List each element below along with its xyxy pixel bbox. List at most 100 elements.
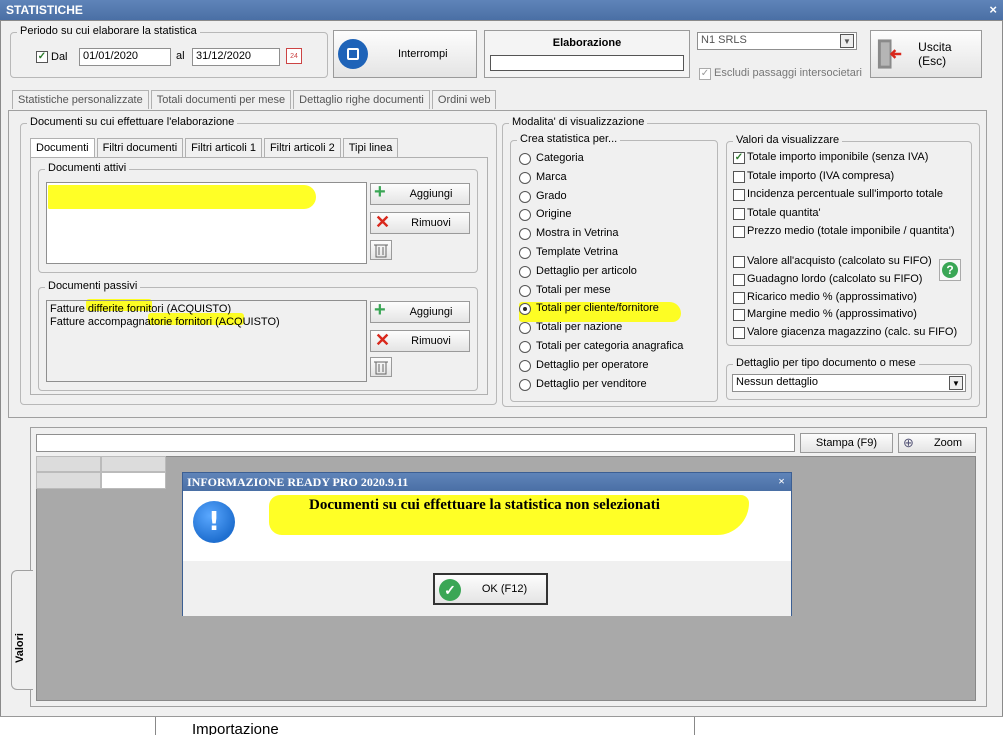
radio-option[interactable] <box>519 284 531 297</box>
radio-option[interactable] <box>519 190 531 203</box>
zoom-button[interactable]: ⊕ Zoom <box>898 433 976 453</box>
dialog-footer: ✓ OK (F12) <box>183 561 791 616</box>
modalita-group-label: Modalita' di visualizzazione <box>509 116 648 128</box>
uscita-button[interactable]: Uscita (Esc) <box>870 30 982 78</box>
info-dialog: INFORMAZIONE READY PRO 2020.9.11 × ! Doc… <box>182 472 792 616</box>
tab-totali-documenti-mese[interactable]: Totali documenti per mese <box>150 90 292 109</box>
list-item[interactable]: Fatture differite fornitori (ACQUISTO) <box>50 303 363 316</box>
dettaglio-group-label: Dettaglio per tipo documento o mese <box>733 357 919 369</box>
escludi-label: Escludi passaggi intersocietari <box>714 67 862 79</box>
tab-statistiche-personalizzate[interactable]: Statistiche personalizzate <box>12 90 149 109</box>
valori-checkbox-label: Valore giacenza magazzino (calc. su FIFO… <box>747 326 958 339</box>
radio-option-label: Dettaglio per articolo <box>536 264 637 277</box>
plus-icon: + <box>374 299 386 321</box>
valori-checkbox[interactable] <box>733 327 745 340</box>
chevron-down-icon: ▼ <box>949 376 963 390</box>
documenti-group-label: Documenti su cui effettuare l'elaborazio… <box>27 116 238 128</box>
valori-checkbox-label: Valore all'acquisto (calcolato su FIFO) <box>747 255 932 267</box>
radio-option-label: Dettaglio per operatore <box>536 358 649 371</box>
background-window-strip: Importazione <box>0 716 1003 735</box>
escludi-checkbox[interactable]: ✓ <box>699 68 711 80</box>
company-select-value: N1 SRLS <box>701 34 747 46</box>
zoom-icon: ⊕ <box>903 435 914 450</box>
dialog-title: INFORMAZIONE READY PRO 2020.9.11 <box>187 475 409 489</box>
side-tab-valori[interactable]: Valori <box>11 570 33 690</box>
al-date-input[interactable]: 31/12/2020 <box>192 48 280 66</box>
radio-option-label: Grado <box>536 189 567 202</box>
info-exclamation-icon: ! <box>193 501 235 543</box>
periodo-group-label: Periodo su cui elaborare la statistica <box>17 25 200 37</box>
remove-x-icon: ✕ <box>375 330 391 350</box>
elaborazione-progress <box>490 55 684 71</box>
tab-tipi-linea[interactable]: Tipi linea <box>342 138 399 157</box>
radio-option[interactable] <box>519 265 531 278</box>
radio-option[interactable] <box>519 153 531 165</box>
dal-label: Dal <box>51 51 68 63</box>
valori-checkbox-label: Guadagno lordo (calcolato su FIFO) <box>747 272 923 285</box>
valori-checkbox[interactable] <box>733 226 745 239</box>
dialog-message: Documenti su cui effettuare la statistic… <box>309 497 660 513</box>
radio-option-label: Mostra in Vetrina <box>536 227 619 240</box>
elaborazione-panel: Elaborazione <box>484 30 690 78</box>
background-label: Importazione <box>192 721 279 735</box>
radio-option[interactable] <box>519 171 531 184</box>
aggiungi-label: Aggiungi <box>409 188 453 200</box>
dettaglio-select[interactable]: Nessun dettaglio ▼ <box>732 374 966 392</box>
valori-checkbox[interactable] <box>733 309 745 322</box>
documenti-passivi-list[interactable]: Fatture differite fornitori (ACQUISTO) F… <box>46 300 367 382</box>
attivi-aggiungi-button[interactable]: + Aggiungi <box>370 181 470 205</box>
valori-checkbox[interactable] <box>733 170 745 183</box>
radio-option[interactable] <box>519 359 531 372</box>
valori-checkbox[interactable]: ✓ <box>733 152 745 164</box>
exit-door-icon <box>877 39 902 69</box>
stop-icon <box>338 39 368 69</box>
elaborazione-label: Elaborazione <box>552 37 622 49</box>
grid-header <box>36 456 166 490</box>
ok-button[interactable]: ✓ OK (F12) <box>433 573 548 605</box>
al-label: al <box>176 50 185 62</box>
valori-checkbox-label: Totale importo imponibile (senza IVA) <box>747 151 929 163</box>
zoom-label: Zoom <box>933 437 963 449</box>
dal-date-input[interactable]: 01/01/2020 <box>79 48 171 66</box>
interrompi-button[interactable]: Interrompi <box>333 30 477 78</box>
passivi-aggiungi-button[interactable]: + Aggiungi <box>370 299 470 323</box>
help-button[interactable]: ? <box>939 259 961 281</box>
dal-checkbox[interactable]: ✓ <box>36 51 48 63</box>
passivi-rimuovi-button[interactable]: ✕ Rimuovi <box>370 330 470 352</box>
radio-option-label: Origine <box>536 208 572 221</box>
list-item[interactable]: Fatture accompagnatorie fornitori (ACQUI… <box>50 316 363 329</box>
radio-option[interactable] <box>519 341 531 353</box>
rimuovi-label: Rimuovi <box>411 335 451 347</box>
documenti-attivi-label: Documenti attivi <box>45 162 130 174</box>
tab-documenti[interactable]: Documenti <box>30 138 95 157</box>
stampa-button[interactable]: Stampa (F9) <box>800 433 893 453</box>
tab-filtri-articoli-2[interactable]: Filtri articoli 2 <box>263 138 341 157</box>
radio-option[interactable] <box>519 378 531 391</box>
attivi-trash-button[interactable] <box>370 240 392 260</box>
tab-dettaglio-righe[interactable]: Dettaglio righe documenti <box>293 90 430 109</box>
valori-checkbox[interactable] <box>733 207 745 220</box>
valori-checkbox[interactable] <box>733 273 745 286</box>
help-icon: ? <box>942 262 958 278</box>
radio-option-label: Categoria <box>536 152 584 164</box>
valori-checkbox[interactable] <box>733 256 745 268</box>
close-icon[interactable]: × <box>989 2 997 17</box>
calendar-icon[interactable]: 24 <box>286 48 302 64</box>
documenti-sub-tabs: Documenti Filtri documenti Filtri artico… <box>30 138 400 157</box>
uscita-label: Uscita (Esc) <box>918 40 952 68</box>
radio-option[interactable] <box>519 247 531 259</box>
main-tabs: Statistiche personalizzate Totali docume… <box>12 90 498 109</box>
aggiungi-label: Aggiungi <box>409 306 453 318</box>
valori-checkbox-label: Ricarico medio % (approssimativo) <box>747 290 917 303</box>
window-titlebar: STATISTICHE × <box>0 0 1003 20</box>
valori-checkbox[interactable] <box>733 189 745 202</box>
results-filter-input[interactable] <box>36 434 795 452</box>
tab-filtri-articoli-1[interactable]: Filtri articoli 1 <box>185 138 262 157</box>
tab-filtri-documenti[interactable]: Filtri documenti <box>96 138 184 157</box>
attivi-rimuovi-button[interactable]: ✕ Rimuovi <box>370 212 470 234</box>
close-icon[interactable]: × <box>778 474 785 489</box>
passivi-trash-button[interactable] <box>370 357 392 377</box>
valori-checkbox[interactable] <box>733 291 745 304</box>
company-select[interactable]: N1 SRLS ▼ <box>697 32 857 50</box>
tab-ordini-web[interactable]: Ordini web <box>431 90 497 109</box>
